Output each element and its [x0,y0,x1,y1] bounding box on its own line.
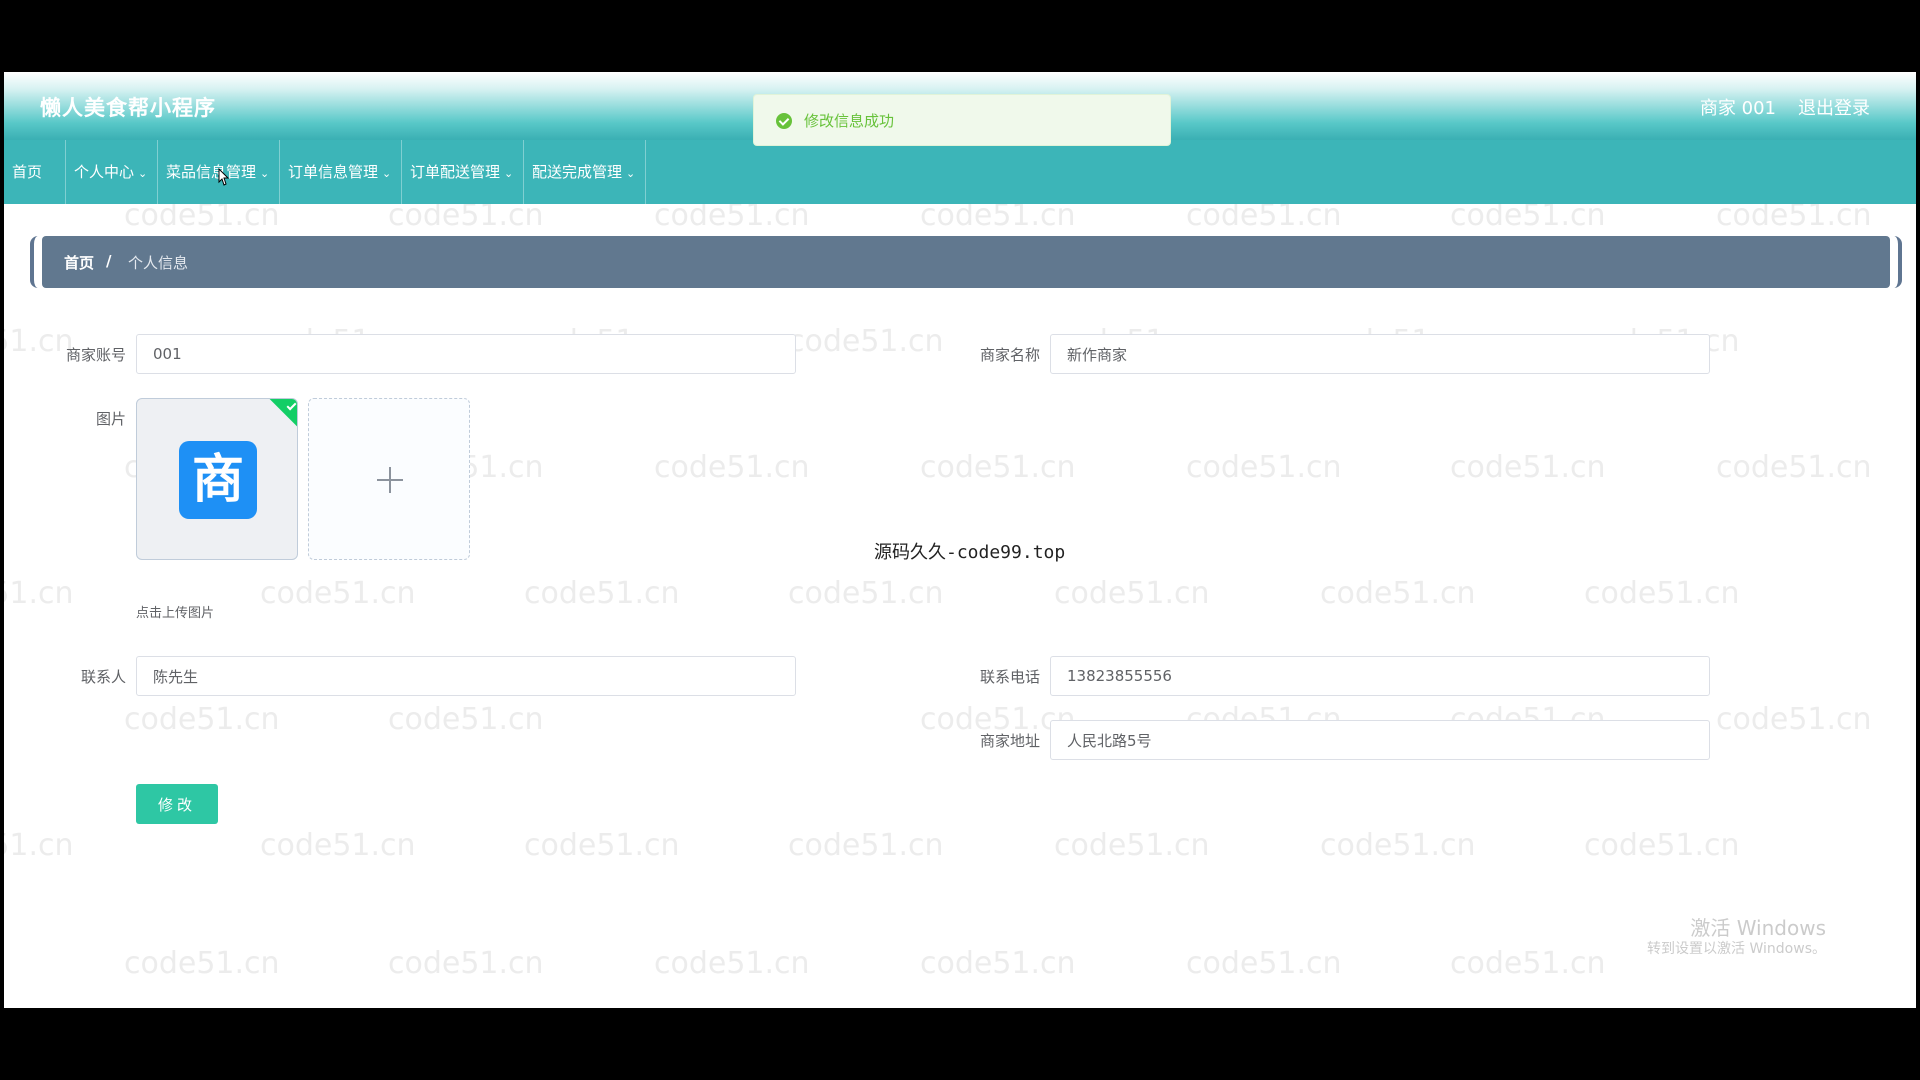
watermark: code51.cn [260,828,416,863]
watermark: code51.cn [4,828,74,863]
nav-item-label: 菜品信息管理 [166,163,257,181]
mouse-cursor-icon [218,168,230,186]
merchant-name-label: 商家名称 [979,346,1040,364]
watermark: code51.cn [788,828,944,863]
breadcrumb-home[interactable]: 首页 [64,252,94,273]
breadcrumb: 首页 / 个人信息 [42,236,1890,288]
upload-hint: 点击上传图片 [136,606,215,621]
watermark: code51.cn [1186,946,1342,981]
watermark: code51.cn [1450,450,1606,485]
overlay-watermark-text: 源码久久-code99.top [874,542,1066,563]
contact-input[interactable] [136,656,796,696]
watermark: code51.cn [4,576,74,611]
app-title: 懒人美食帮小程序 [40,96,216,120]
watermark: code51.cn [1584,576,1740,611]
watermark: code51.cn [1584,828,1740,863]
logout-link[interactable]: 退出登录 [1798,94,1870,120]
uploaded-image[interactable]: 商 [136,398,298,560]
submit-button[interactable]: 修改 [136,784,218,824]
chevron-down-icon: ⌄ [260,167,270,180]
nav-item-label: 配送完成管理 [532,163,623,181]
watermark: code51.cn [1716,702,1872,737]
toast-message: 修改信息成功 [804,112,895,130]
breadcrumb-current: 个人信息 [128,254,189,272]
merchant-name-input[interactable] [1050,334,1710,374]
watermark: code51.cn [1054,828,1210,863]
watermark: code51.cn [1320,576,1476,611]
watermark: code51.cn [654,946,810,981]
watermark: code51.cn [388,946,544,981]
breadcrumb-separator: / [106,252,112,270]
phone-input[interactable] [1050,656,1710,696]
contact-label: 联系人 [80,668,126,686]
merchant-logo: 商 [179,441,257,519]
chevron-down-icon: ⌄ [138,167,148,180]
nav-item-home[interactable]: 首页 [4,140,66,204]
watermark: code51.cn [788,576,944,611]
account-label: 商家账号 [65,346,126,364]
watermark: code51.cn [1716,450,1872,485]
nav-item-personal-center[interactable]: 个人中心 ⌄ [66,140,158,204]
phone-label: 联系电话 [979,668,1040,686]
watermark: code51.cn [388,702,544,737]
watermark: code51.cn [260,576,416,611]
nav-item-delivery-management[interactable]: 订单配送管理 ⌄ [402,140,524,204]
nav-item-label: 订单配送管理 [410,163,501,181]
watermark: code51.cn [524,576,680,611]
chevron-down-icon: ⌄ [626,167,636,180]
nav-item-label: 个人中心 [74,163,135,181]
watermark: code51.cn [920,946,1076,981]
watermark: code51.cn [1320,828,1476,863]
address-input[interactable] [1050,720,1710,760]
watermark: code51.cn [124,946,280,981]
address-label: 商家地址 [979,732,1040,750]
watermark: code51.cn [788,324,944,359]
watermark: code51.cn [1450,946,1606,981]
image-label: 图片 [95,410,126,428]
app-window: code51.cn code51.cn code51.cn code51.cn … [4,72,1916,1008]
chevron-down-icon: ⌄ [504,167,514,180]
nav-item-label: 订单信息管理 [288,163,379,181]
success-check-icon [776,113,792,129]
current-user: 商家 001 [1699,98,1776,119]
success-toast: 修改信息成功 [753,94,1171,146]
account-input[interactable] [136,334,796,374]
main-nav: 首页 个人中心 ⌄ 菜品信息管理 ⌄ 订单信息管理 ⌄ 订单配送管理 ⌄ 配送完成管理 ⌄ [4,140,1916,204]
nav-item-label: 首页 [12,163,43,181]
chevron-down-icon: ⌄ [382,167,392,180]
watermark: code51.cn [124,702,280,737]
breadcrumb-frame: 首页 / 个人信息 [30,236,1902,288]
os-activation-subtext: 转到设置以激活 Windows。 [1647,941,1826,957]
watermark: code51.cn [654,450,810,485]
watermark: code51.cn [1186,450,1342,485]
watermark: code51.cn [524,828,680,863]
upload-add-button[interactable] [308,398,470,560]
os-activation-notice: 激活 Windows [1690,916,1826,940]
watermark: code51.cn [920,450,1076,485]
watermark: code51.cn [1054,576,1210,611]
nav-item-order-management[interactable]: 订单信息管理 ⌄ [280,140,402,204]
nav-item-delivery-complete-management[interactable]: 配送完成管理 ⌄ [524,140,646,204]
